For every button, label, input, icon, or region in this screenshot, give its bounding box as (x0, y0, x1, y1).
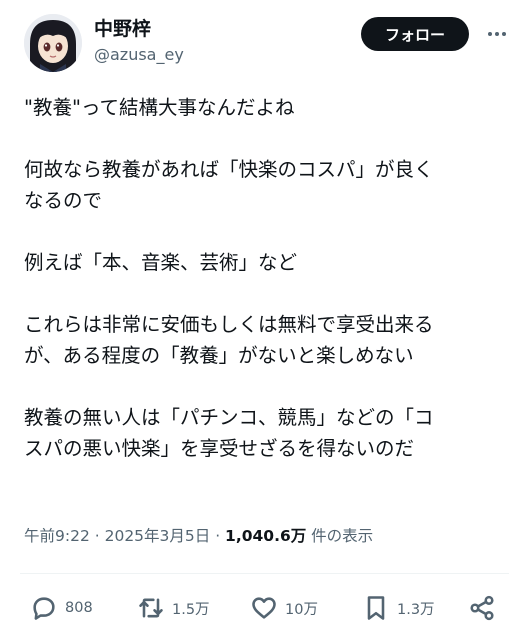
post-paragraph: 何故なら教養があれば「快楽のコスパ」が良く なるので (24, 158, 434, 212)
repost-button[interactable]: 1.5万 (137, 590, 210, 626)
post-date[interactable]: 2025年3月5日 (105, 527, 211, 545)
views-label: 件の表示 (306, 527, 374, 545)
post-time[interactable]: 午前9:22 (24, 527, 90, 545)
meta-separator: · (89, 527, 105, 545)
post-text: "教養"って結構大事なんだよね 何故なら教養があれば「快楽のコスパ」が良く なる… (24, 92, 514, 495)
like-count: 10万 (285, 601, 318, 618)
repost-count: 1.5万 (172, 601, 210, 618)
post-paragraph: これらは非常に安価もしくは無料で享受出来る が、ある程度の「教養」がないと楽しめ… (24, 313, 434, 367)
bookmark-count: 1.3万 (397, 601, 435, 618)
reply-button[interactable]: 808 (30, 590, 93, 626)
repost-icon (139, 598, 163, 618)
action-bar: 808 1.5万 10万 1.3万 (30, 590, 504, 626)
reply-icon (33, 597, 55, 620)
follow-button[interactable]: フォロー (361, 17, 469, 51)
avatar[interactable] (24, 14, 82, 72)
views-count[interactable]: 1,040.6万 (225, 527, 306, 545)
post-paragraph: 教養の無い人は「パチンコ、競馬」などの「コ スパの悪い快楽」を享受せざるを得ない… (24, 406, 434, 460)
reply-count: 808 (65, 600, 93, 616)
user-handle[interactable]: @azusa_ey (94, 43, 184, 67)
bookmark-button[interactable]: 1.3万 (362, 590, 435, 626)
user-names: 中野梓 @azusa_ey (94, 17, 184, 67)
display-name[interactable]: 中野梓 (94, 17, 184, 41)
like-button[interactable]: 10万 (250, 590, 318, 626)
heart-icon (252, 597, 276, 619)
post-meta: 午前9:22 · 2025年3月5日 · 1,040.6万 件の表示 (24, 525, 373, 547)
more-horizontal-icon[interactable] (482, 19, 512, 49)
post-paragraph: "教養"って結構大事なんだよね (24, 96, 295, 119)
post-paragraph: 例えば「本、音楽、芸術」など (24, 251, 298, 274)
share-button[interactable] (468, 590, 496, 626)
meta-separator: · (210, 527, 226, 545)
post-header: 中野梓 @azusa_ey フォロー (24, 14, 514, 74)
divider (20, 573, 509, 574)
share-icon (470, 595, 494, 621)
bookmark-icon (367, 596, 385, 620)
